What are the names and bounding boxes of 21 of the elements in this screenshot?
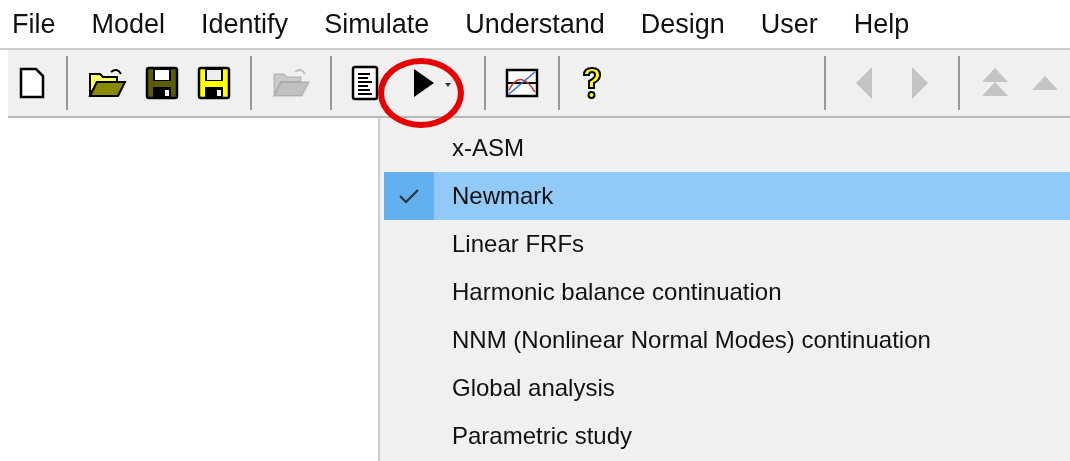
document-icon xyxy=(351,65,379,101)
menu-item[interactable]: Help xyxy=(853,8,910,40)
folder-icon xyxy=(87,66,127,100)
menu-option[interactable]: Global analysis xyxy=(384,364,1070,412)
menu-item[interactable]: Model xyxy=(91,8,166,40)
menu-item[interactable]: Identify xyxy=(201,8,289,40)
menu-item[interactable]: User xyxy=(760,8,818,40)
menu-item[interactable]: Understand xyxy=(465,8,605,40)
up-arrow-icon xyxy=(1029,75,1061,91)
menu-option[interactable]: Harmonic balance continuation xyxy=(384,268,1070,316)
menu-option[interactable]: x-ASM xyxy=(384,124,1070,172)
menu-item[interactable]: Design xyxy=(640,8,725,40)
blank-page-icon xyxy=(17,66,47,100)
menu-item[interactable]: Simulate xyxy=(324,8,430,40)
chart-icon xyxy=(505,68,539,98)
menu-option[interactable]: Parametric study xyxy=(384,412,1070,460)
menu-option[interactable]: NNM (Nonlinear Normal Modes) continuation xyxy=(384,316,1070,364)
folder-icon xyxy=(271,66,311,100)
menu-option[interactable]: Linear FRFs xyxy=(384,220,1070,268)
menu-option[interactable]: Newmark xyxy=(384,172,1070,220)
menu-item[interactable]: File xyxy=(12,8,56,40)
